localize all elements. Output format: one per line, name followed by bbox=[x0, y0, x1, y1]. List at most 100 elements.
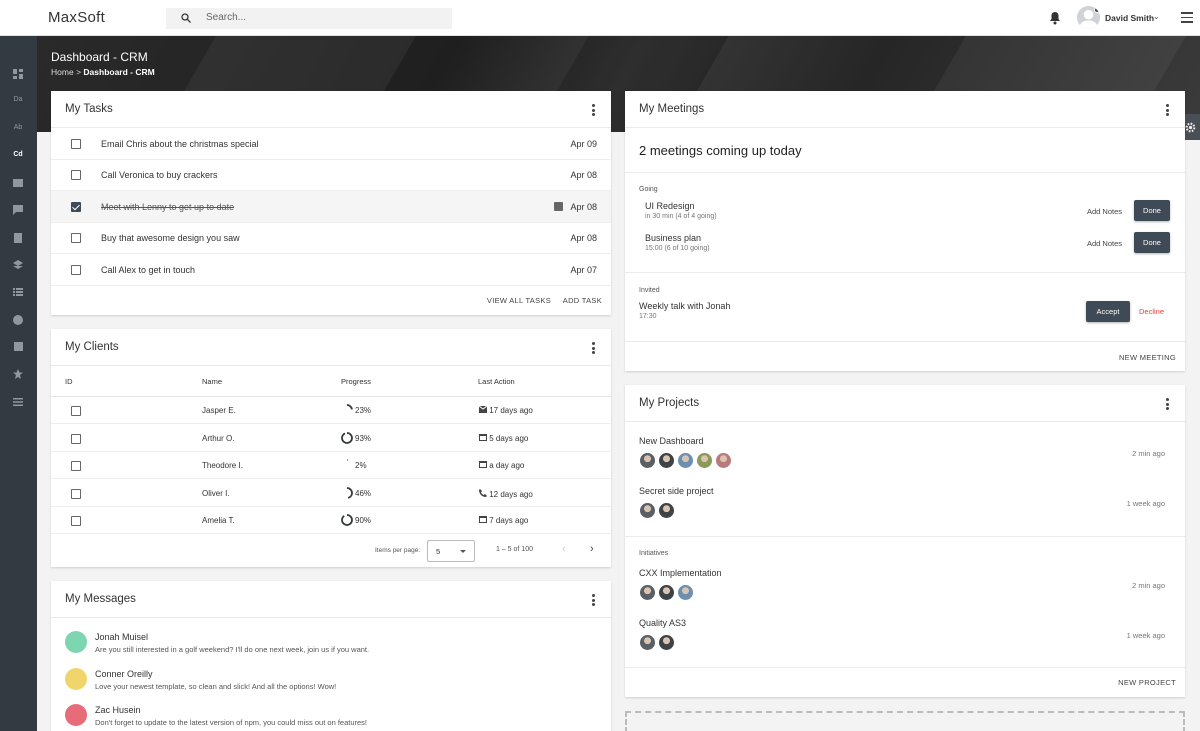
sidebar-list-icon[interactable] bbox=[11, 285, 25, 299]
message-avatar[interactable] bbox=[65, 631, 87, 653]
table-row[interactable]: Arthur O. 93% 5 days ago bbox=[51, 425, 611, 452]
sidebar-mail-icon[interactable] bbox=[11, 176, 25, 190]
client-checkbox[interactable] bbox=[71, 516, 81, 526]
client-checkbox[interactable] bbox=[71, 433, 81, 444]
sidebar-item-da[interactable]: Da bbox=[11, 93, 25, 107]
items-per-page-select[interactable]: 5 bbox=[427, 540, 475, 562]
member-avatar[interactable] bbox=[696, 452, 713, 469]
table-row[interactable]: Theodore I. 2% a day ago bbox=[51, 452, 611, 479]
sidebar-book-icon[interactable] bbox=[11, 340, 25, 354]
task-row[interactable]: Email Chris about the christmas special … bbox=[51, 128, 611, 160]
more-vert-icon[interactable] bbox=[592, 342, 595, 354]
client-checkbox[interactable] bbox=[71, 488, 81, 499]
message-avatar[interactable] bbox=[65, 704, 87, 726]
more-vert-icon[interactable] bbox=[592, 594, 595, 606]
client-progress-label: 23% bbox=[355, 406, 372, 415]
task-checkbox[interactable] bbox=[71, 202, 81, 212]
more-vert-icon[interactable] bbox=[592, 104, 595, 116]
add-notes-button[interactable]: Add Notes bbox=[1087, 239, 1122, 248]
task-checkbox[interactable] bbox=[71, 233, 81, 243]
table-row[interactable]: Oliver I. 46% 12 days ago bbox=[51, 480, 611, 507]
client-progress-label: 90% bbox=[355, 516, 372, 525]
member-avatar[interactable] bbox=[639, 634, 656, 651]
accept-button[interactable]: Accept bbox=[1086, 301, 1130, 322]
decline-button[interactable]: Decline bbox=[1139, 307, 1164, 316]
next-page-icon[interactable]: › bbox=[590, 543, 594, 555]
project-name[interactable]: Secret side project bbox=[639, 486, 714, 496]
more-vert-icon[interactable] bbox=[1166, 398, 1169, 410]
meeting-name[interactable]: Weekly talk with Jonah bbox=[639, 301, 730, 311]
done-button[interactable]: Done bbox=[1134, 200, 1170, 221]
more-vert-icon[interactable] bbox=[1166, 104, 1169, 116]
sidebar-account-icon[interactable] bbox=[11, 313, 25, 327]
initiative-name[interactable]: CXX Implementation bbox=[639, 568, 722, 578]
app-logo[interactable]: MaxSoft bbox=[48, 9, 105, 26]
project-name[interactable]: New Dashboard bbox=[639, 436, 704, 446]
search-bar[interactable]: Search... bbox=[166, 8, 452, 29]
member-avatar[interactable] bbox=[677, 452, 694, 469]
member-avatar[interactable] bbox=[639, 502, 656, 519]
sidebar-chat-icon[interactable] bbox=[11, 203, 25, 217]
sidebar-item-cd[interactable]: Cd bbox=[11, 148, 25, 162]
new-project-button[interactable]: NEW PROJECT bbox=[1118, 678, 1176, 687]
task-row[interactable]: Call Alex to get in touch Apr 07 bbox=[51, 254, 611, 286]
done-button[interactable]: Done bbox=[1134, 232, 1170, 253]
message-preview[interactable]: Love your newest template, so clean and … bbox=[95, 682, 336, 691]
meeting-name[interactable]: Business plan bbox=[645, 233, 701, 243]
message-preview[interactable]: Are you still interested in a golf weeke… bbox=[95, 645, 369, 654]
new-meeting-button[interactable]: NEW MEETING bbox=[1119, 353, 1176, 362]
task-checkbox[interactable] bbox=[71, 265, 81, 275]
menu-icon[interactable] bbox=[1181, 12, 1193, 23]
message-avatar[interactable] bbox=[65, 668, 87, 690]
client-checkbox[interactable] bbox=[71, 406, 81, 416]
calendar-icon bbox=[479, 461, 487, 468]
view-all-tasks-button[interactable]: VIEW ALL TASKS bbox=[487, 296, 551, 305]
initiative-name[interactable]: Quality AS3 bbox=[639, 618, 686, 628]
client-checkbox[interactable] bbox=[71, 461, 81, 471]
invited-section-label: Invited bbox=[639, 287, 660, 294]
task-row[interactable]: Meet with Lenny to get up to date Apr 08 bbox=[51, 191, 611, 223]
sidebar-layers-icon[interactable] bbox=[11, 258, 25, 272]
meeting-name[interactable]: UI Redesign bbox=[645, 201, 695, 211]
sidebar-star-icon[interactable] bbox=[11, 367, 25, 381]
member-avatar[interactable] bbox=[639, 452, 656, 469]
member-avatar[interactable] bbox=[658, 584, 675, 601]
tasks-card-header: My Tasks bbox=[51, 91, 611, 128]
task-row[interactable]: Call Veronica to buy crackers Apr 08 bbox=[51, 159, 611, 191]
column-header-last-action[interactable]: Last Action bbox=[478, 377, 515, 386]
previous-page-icon[interactable]: ‹ bbox=[562, 543, 566, 555]
notifications-bell-icon[interactable] bbox=[1049, 11, 1061, 25]
add-task-button[interactable]: ADD TASK bbox=[563, 296, 602, 305]
sidebar-item-ab[interactable]: Ab bbox=[11, 121, 25, 135]
member-avatar[interactable] bbox=[658, 634, 675, 651]
column-header-progress[interactable]: Progress bbox=[341, 377, 371, 386]
add-notes-button[interactable]: Add Notes bbox=[1087, 207, 1122, 216]
archive-icon[interactable] bbox=[554, 202, 563, 211]
member-avatar[interactable] bbox=[677, 584, 694, 601]
task-checkbox[interactable] bbox=[71, 170, 81, 180]
member-avatar[interactable] bbox=[658, 452, 675, 469]
message-sender[interactable]: Zac Husein bbox=[95, 705, 141, 715]
user-avatar[interactable] bbox=[1077, 6, 1100, 29]
column-header-id[interactable]: ID bbox=[65, 377, 73, 386]
sidebar-menu-icon[interactable] bbox=[11, 395, 25, 409]
chevron-down-icon[interactable]: ⌄ bbox=[1153, 12, 1160, 21]
table-row[interactable]: Amelia T. 90% 7 days ago bbox=[51, 507, 611, 534]
search-input[interactable]: Search... bbox=[206, 12, 246, 23]
user-name[interactable]: David Smith bbox=[1105, 13, 1154, 23]
table-row[interactable]: Jasper E. 23% 17 days ago bbox=[51, 397, 611, 424]
message-preview[interactable]: Don't forget to update to the latest ver… bbox=[95, 718, 367, 727]
sidebar-dashboard-icon[interactable] bbox=[11, 67, 25, 81]
task-checkbox[interactable] bbox=[71, 139, 81, 149]
member-avatar[interactable] bbox=[715, 452, 732, 469]
message-sender[interactable]: Conner Oreilly bbox=[95, 669, 153, 679]
member-avatar[interactable] bbox=[658, 502, 675, 519]
breadcrumb-home[interactable]: Home bbox=[51, 67, 74, 77]
drop-zone[interactable] bbox=[625, 711, 1185, 731]
column-header-name[interactable]: Name bbox=[202, 377, 222, 386]
client-last-action: 12 days ago bbox=[479, 488, 533, 499]
message-sender[interactable]: Jonah Muisel bbox=[95, 632, 148, 642]
sidebar-clipboard-icon[interactable] bbox=[11, 231, 25, 245]
task-row[interactable]: Buy that awesome design you saw Apr 08 bbox=[51, 222, 611, 254]
member-avatar[interactable] bbox=[639, 584, 656, 601]
